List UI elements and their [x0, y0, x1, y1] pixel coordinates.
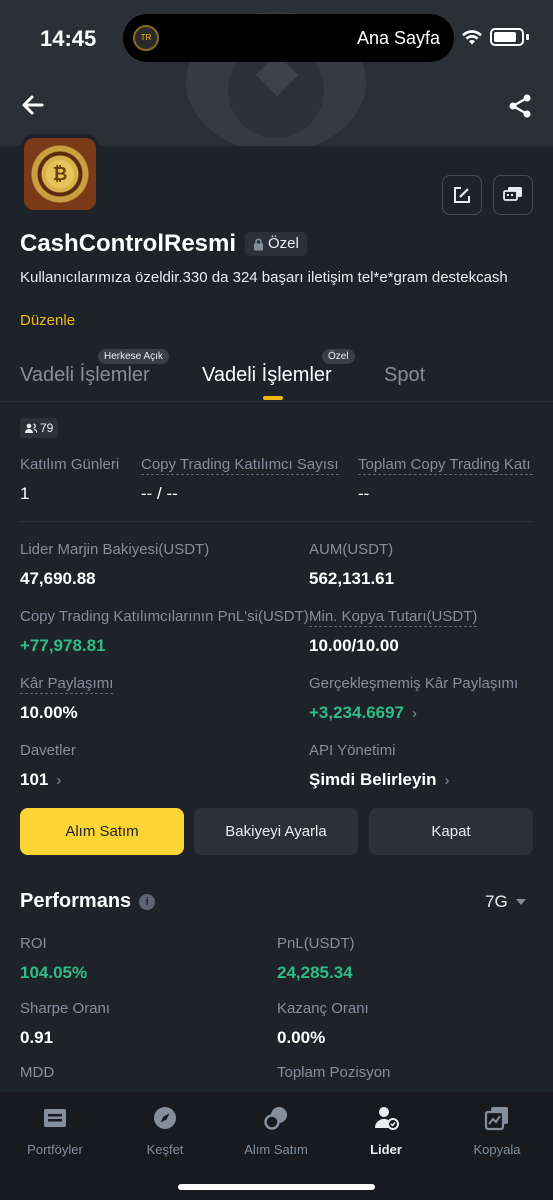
tab-futures-private[interactable]: Vadeli İşlemler — [202, 364, 332, 387]
private-badge-label: Özel — [268, 235, 299, 252]
invites-count: 101 — [20, 770, 49, 789]
copier-pnl-label: Copy Trading Katılımcılarının PnL'si(USD… — [20, 608, 309, 625]
sharpe-value: 0.91 — [20, 1028, 54, 1047]
profit-share-value: 10.00% — [20, 703, 78, 722]
leader-icon — [374, 1107, 399, 1130]
portfolio-icon — [44, 1109, 66, 1127]
dynamic-island[interactable]: TR Ana Sayfa — [123, 14, 454, 62]
info-icon[interactable]: i — [139, 893, 156, 910]
caret-down-icon — [515, 899, 526, 905]
join-days-value: 1 — [20, 484, 30, 503]
battery-tip — [526, 34, 529, 40]
nav-portfolios[interactable]: Portföyler — [0, 1104, 110, 1157]
nav-leader-label: Lider — [370, 1142, 402, 1157]
profile-name: CashControlResmi — [20, 230, 237, 257]
unrealized-profit-share-label: Gerçekleşmemiş Kâr Paylaşımı — [309, 675, 519, 692]
min-copy-amount-label[interactable]: Min. Kopya Tutarı(USDT) — [309, 608, 478, 627]
edit-profile-button[interactable] — [442, 175, 482, 215]
app-badge-icon: TR — [133, 25, 159, 51]
performance-title-text: Performans — [20, 890, 132, 912]
avatar-image: ₿ — [24, 138, 96, 210]
users-icon — [25, 422, 37, 433]
margin-balance-value: 47,690.88 — [20, 569, 96, 588]
back-arrow-icon[interactable] — [20, 92, 46, 118]
chevron-right-icon: › — [56, 772, 62, 789]
adjust-balance-button[interactable]: Bakiyeyi Ayarla — [194, 808, 358, 855]
home-indicator[interactable] — [178, 1184, 375, 1190]
chat-icon — [503, 187, 522, 201]
copier-pnl-value: +77,978.81 — [20, 636, 106, 655]
period-selector[interactable]: 7G — [485, 892, 526, 912]
nav-leader[interactable]: Lider — [331, 1104, 441, 1157]
message-button[interactable] — [493, 175, 533, 215]
unrealized-profit-share-value[interactable]: +3,234.6697 › — [309, 703, 417, 723]
close-button[interactable]: Kapat — [369, 808, 533, 855]
pnl-value: 24,285.34 — [277, 963, 353, 982]
wifi-icon — [462, 30, 482, 45]
performance-title: Performans i — [20, 890, 156, 913]
status-bar: 14:45 TR Ana Sayfa — [0, 0, 553, 76]
tab-private-badge: Özel — [322, 349, 355, 364]
tabs-divider — [0, 401, 553, 402]
invites-value[interactable]: 101 › — [20, 770, 61, 790]
period-value: 7G — [485, 892, 508, 911]
join-days-label: Katılım Günleri — [20, 456, 120, 473]
share-icon[interactable] — [506, 92, 534, 120]
win-rate-label: Kazanç Oranı — [277, 1000, 369, 1017]
tab-spot[interactable]: Spot — [384, 364, 425, 387]
sharpe-label: Sharpe Oranı — [20, 1000, 111, 1017]
aum-label: AUM(USDT) — [309, 541, 394, 558]
chevron-right-icon: › — [444, 772, 450, 789]
total-participants-label[interactable]: Toplam Copy Trading Katı — [358, 456, 533, 475]
tab-futures-public[interactable]: Vadeli İşlemler — [20, 364, 150, 387]
nav-portfolios-label: Portföyler — [27, 1142, 83, 1157]
invites-label: Davetler — [20, 742, 76, 759]
mdd-label: MDD — [20, 1064, 55, 1081]
profile-bio: Kullanıcılarımıza özeldir.330 da 324 baş… — [20, 269, 508, 286]
edit-icon — [454, 187, 470, 203]
island-label: Ana Sayfa — [357, 28, 441, 48]
status-time: 14:45 — [40, 26, 97, 51]
win-rate-value: 0.00% — [277, 1028, 326, 1047]
copy-trading-icon — [484, 1107, 508, 1131]
unrealized-profit-share-amount: +3,234.6697 — [309, 703, 405, 722]
total-participants-value: -- — [358, 484, 370, 503]
compass-icon — [154, 1107, 176, 1129]
api-set-now: Şimdi Belirleyin — [309, 770, 437, 789]
nav-discover[interactable]: Keşfet — [110, 1104, 220, 1157]
stats-divider — [20, 521, 533, 522]
profit-share-label[interactable]: Kâr Paylaşımı — [20, 675, 114, 694]
margin-balance-label: Lider Marjin Bakiyesi(USDT) — [20, 541, 210, 558]
trade-button[interactable]: Alım Satım — [20, 808, 184, 855]
follower-count-chip: 79 — [20, 418, 59, 438]
roi-label: ROI — [20, 935, 47, 952]
active-tab-indicator — [263, 396, 283, 400]
bitcoin-icon: ₿ — [46, 160, 74, 188]
roi-value: 104.05% — [20, 963, 88, 982]
participants-value: -- / -- — [141, 484, 178, 503]
tab-public-badge: Herkese Açık — [98, 349, 169, 364]
min-copy-amount-value: 10.00/10.00 — [309, 636, 399, 655]
battery-icon — [490, 28, 524, 46]
api-management-label: API Yönetimi — [309, 742, 396, 759]
aum-value: 562,131.61 — [309, 569, 395, 588]
lock-icon — [254, 238, 263, 250]
nav-copy[interactable]: Kopyala — [442, 1104, 552, 1157]
nav-copy-label: Kopyala — [473, 1142, 521, 1157]
avatar[interactable]: ₿ — [20, 134, 100, 214]
chevron-right-icon: › — [412, 705, 418, 722]
total-positions-label: Toplam Pozisyon — [277, 1064, 391, 1081]
participants-label[interactable]: Copy Trading Katılımcı Sayısı — [141, 456, 339, 475]
nav-discover-label: Keşfet — [146, 1142, 184, 1157]
api-management-value[interactable]: Şimdi Belirleyin › — [309, 770, 450, 790]
follower-count: 79 — [40, 421, 54, 435]
pnl-label: PnL(USDT) — [277, 935, 355, 952]
nav-trade-label: Alım Satım — [244, 1142, 308, 1157]
nav-trade[interactable]: Alım Satım — [221, 1104, 331, 1157]
private-badge: Özel — [245, 232, 307, 256]
edit-bio-link[interactable]: Düzenle — [20, 312, 75, 329]
trade-icon — [264, 1107, 287, 1130]
